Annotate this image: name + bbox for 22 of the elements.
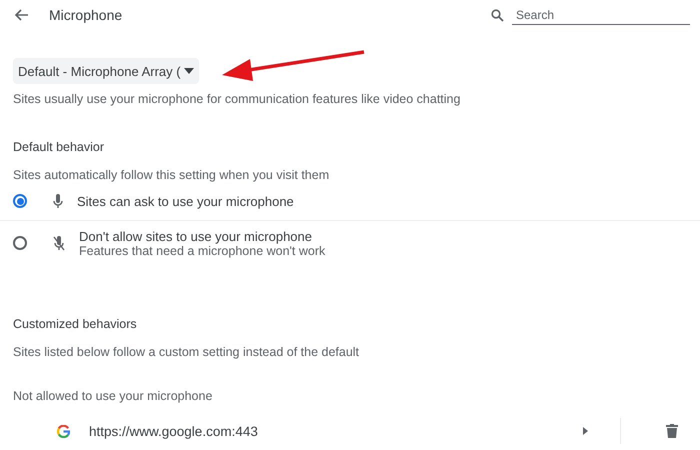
section-heading: Default behavior — [12, 140, 106, 154]
microphone-icon — [53, 194, 63, 208]
back-arrow-icon[interactable] — [13, 7, 29, 23]
radio-button[interactable] — [13, 236, 27, 250]
caret-icon — [184, 68, 194, 74]
section-subtitle: Sites listed below follow a custom setting instead of the default — [12, 345, 360, 359]
list-heading: Not allowed to use your microphone — [12, 389, 214, 403]
radio-button[interactable] — [13, 194, 27, 208]
google-logo-icon — [57, 424, 70, 438]
search-icon — [491, 8, 504, 22]
page-title: Microphone — [49, 7, 122, 23]
option-description: Features that need a microphone won't work — [79, 244, 326, 258]
option-label: Sites can ask to use your microphone — [77, 194, 294, 208]
description-text: Sites usually use your microphone for communication features like video chatting — [12, 92, 462, 106]
expand-arrow-icon[interactable] — [583, 427, 588, 435]
microphone-dropdown[interactable]: Default - Microphone Array ( — [13, 58, 199, 84]
delete-icon[interactable] — [666, 424, 678, 438]
site-url: https://www.google.com:443 — [89, 424, 259, 438]
section-subtitle: Sites automatically follow this setting when you visit them — [12, 168, 330, 182]
option-label: Don't allow sites to use your microphone — [79, 228, 313, 244]
microphone-off-icon — [53, 236, 65, 250]
section-heading: Customized behaviors — [12, 317, 138, 331]
